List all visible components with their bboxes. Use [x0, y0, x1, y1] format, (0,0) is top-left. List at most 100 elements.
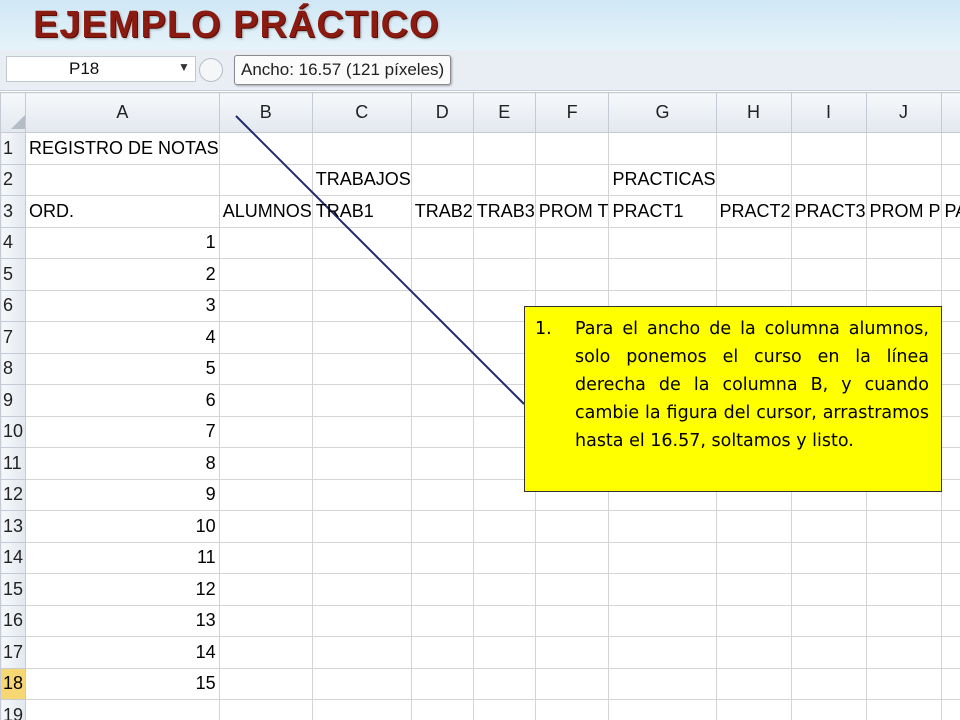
cell-f15[interactable] [534, 573, 610, 606]
cell-f3[interactable]: PROM T [534, 195, 610, 228]
cell-c4[interactable] [311, 226, 412, 259]
cell-j4[interactable] [865, 226, 942, 259]
cell-h3[interactable]: PRACT2 [715, 195, 792, 228]
cell-i17[interactable] [790, 636, 867, 669]
column-header-f[interactable]: F [534, 92, 610, 133]
column-header-d[interactable]: D [410, 92, 474, 133]
cell-f18[interactable] [534, 667, 610, 700]
cell-j15[interactable] [865, 573, 942, 606]
cell-k4[interactable] [940, 226, 960, 259]
cell-k9[interactable] [940, 384, 960, 417]
cell-k13[interactable] [940, 510, 960, 543]
cell-h17[interactable] [715, 636, 792, 669]
cell-f13[interactable] [534, 510, 610, 543]
cell-k7[interactable] [940, 321, 960, 354]
cell-e16[interactable] [472, 604, 536, 637]
cell-b14[interactable] [218, 541, 313, 574]
cell-g17[interactable] [608, 636, 717, 669]
cell-h14[interactable] [715, 541, 792, 574]
cell-c18[interactable] [311, 667, 412, 700]
cell-d5[interactable] [410, 258, 474, 291]
cell-f16[interactable] [534, 604, 610, 637]
cell-b8[interactable] [218, 352, 313, 385]
cell-j17[interactable] [865, 636, 942, 669]
cell-j5[interactable] [865, 258, 942, 291]
cell-d4[interactable] [410, 226, 474, 259]
cell-c6[interactable] [311, 289, 412, 322]
cell-h15[interactable] [715, 573, 792, 606]
cell-d16[interactable] [410, 604, 474, 637]
cell-k2[interactable] [940, 163, 960, 196]
cell-i2[interactable] [790, 163, 867, 196]
cell-a9[interactable]: 6 [25, 384, 220, 417]
cell-i4[interactable] [790, 226, 867, 259]
row-header[interactable]: 16 [0, 604, 26, 637]
cell-a6[interactable]: 3 [25, 289, 220, 322]
row-header[interactable]: 2 [0, 163, 26, 196]
cell-j14[interactable] [865, 541, 942, 574]
cell-e19[interactable] [472, 699, 536, 720]
cell-d11[interactable] [410, 447, 474, 480]
cell-k8[interactable] [940, 352, 960, 385]
row-header[interactable]: 5 [0, 258, 26, 291]
cell-a2[interactable] [25, 163, 220, 196]
cell-c2[interactable]: TRABAJOS [311, 163, 412, 196]
cell-e1[interactable] [472, 132, 536, 165]
row-header[interactable]: 18 [0, 667, 26, 700]
select-all-corner[interactable] [0, 92, 26, 133]
cell-f5[interactable] [534, 258, 610, 291]
cell-h19[interactable] [715, 699, 792, 720]
cell-k16[interactable] [940, 604, 960, 637]
cell-g15[interactable] [608, 573, 717, 606]
cell-j3[interactable]: PROM P [865, 195, 942, 228]
cell-d14[interactable] [410, 541, 474, 574]
cell-e3[interactable]: TRAB3 [472, 195, 536, 228]
cell-j13[interactable] [865, 510, 942, 543]
cell-a19[interactable] [25, 699, 220, 720]
cell-f1[interactable] [534, 132, 610, 165]
cell-a3[interactable]: ORD. [25, 195, 220, 228]
cell-h2[interactable] [715, 163, 792, 196]
row-header[interactable]: 9 [0, 384, 26, 417]
cell-h16[interactable] [715, 604, 792, 637]
cell-c5[interactable] [311, 258, 412, 291]
row-header[interactable]: 3 [0, 195, 26, 228]
cell-k12[interactable] [940, 478, 960, 511]
cell-a4[interactable]: 1 [25, 226, 220, 259]
cell-j16[interactable] [865, 604, 942, 637]
cell-h13[interactable] [715, 510, 792, 543]
cell-e15[interactable] [472, 573, 536, 606]
row-header[interactable]: 14 [0, 541, 26, 574]
name-box[interactable]: P18 [6, 56, 196, 82]
cell-i13[interactable] [790, 510, 867, 543]
cell-c17[interactable] [311, 636, 412, 669]
cell-c13[interactable] [311, 510, 412, 543]
cell-j1[interactable] [865, 132, 942, 165]
cell-d7[interactable] [410, 321, 474, 354]
cell-d2[interactable] [410, 163, 474, 196]
cell-b6[interactable] [218, 289, 313, 322]
cell-a8[interactable]: 5 [25, 352, 220, 385]
cell-b12[interactable] [218, 478, 313, 511]
cell-e2[interactable] [472, 163, 536, 196]
cell-a7[interactable]: 4 [25, 321, 220, 354]
cell-a17[interactable]: 14 [25, 636, 220, 669]
cell-c7[interactable] [311, 321, 412, 354]
cell-k18[interactable] [940, 667, 960, 700]
row-header[interactable]: 8 [0, 352, 26, 385]
row-header[interactable]: 1 [0, 132, 26, 165]
cell-f17[interactable] [534, 636, 610, 669]
row-header[interactable]: 4 [0, 226, 26, 259]
row-header[interactable]: 11 [0, 447, 26, 480]
cell-a11[interactable]: 8 [25, 447, 220, 480]
row-header[interactable]: 6 [0, 289, 26, 322]
cell-k17[interactable] [940, 636, 960, 669]
cell-d6[interactable] [410, 289, 474, 322]
cell-e4[interactable] [472, 226, 536, 259]
row-header[interactable]: 7 [0, 321, 26, 354]
cell-b9[interactable] [218, 384, 313, 417]
row-header[interactable]: 15 [0, 573, 26, 606]
cell-c8[interactable] [311, 352, 412, 385]
cell-g19[interactable] [608, 699, 717, 720]
cell-a18[interactable]: 15 [25, 667, 220, 700]
